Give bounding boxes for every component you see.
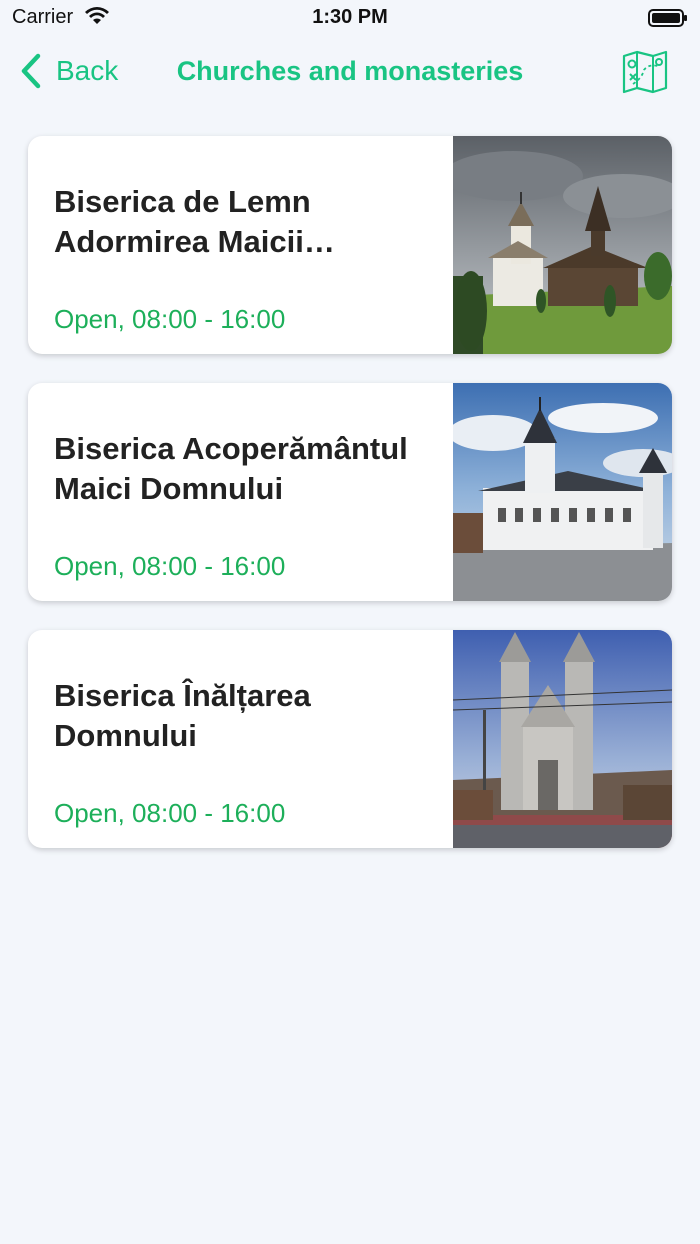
- church-name: Biserica de Lemn Adormirea Maicii Domnul…: [54, 184, 311, 259]
- church-card[interactable]: Biserica de Lemn Adormirea Maicii Domnul…: [28, 136, 672, 354]
- navigation-bar: Back Churches and monasteries: [0, 44, 700, 100]
- opening-hours: Open, 08:00 - 16:00: [54, 304, 286, 334]
- church-name: Biserica Acoperământul Maici Domnului: [54, 431, 408, 506]
- battery-icon: [648, 9, 687, 27]
- church-photo: [453, 383, 672, 601]
- church-name: Biserica Înălțarea Domnului: [54, 678, 311, 753]
- church-photo: [453, 136, 672, 354]
- status-bar: Carrier 1:30 PM: [0, 0, 700, 36]
- opening-hours: Open, 08:00 - 16:00: [54, 798, 286, 828]
- church-list: Biserica de Lemn Adormirea Maicii Domnul…: [28, 136, 672, 877]
- page-title: Churches and monasteries: [176, 56, 524, 86]
- opening-hours: Open, 08:00 - 16:00: [54, 551, 286, 581]
- status-time: 1:30 PM: [312, 6, 388, 28]
- church-card[interactable]: Biserica Acoperământul Maici Domnului Op…: [28, 383, 672, 601]
- church-photo: [453, 630, 672, 848]
- church-card[interactable]: Biserica Înălțarea Domnului Open, 08:00 …: [28, 630, 672, 848]
- map-icon[interactable]: [622, 50, 668, 94]
